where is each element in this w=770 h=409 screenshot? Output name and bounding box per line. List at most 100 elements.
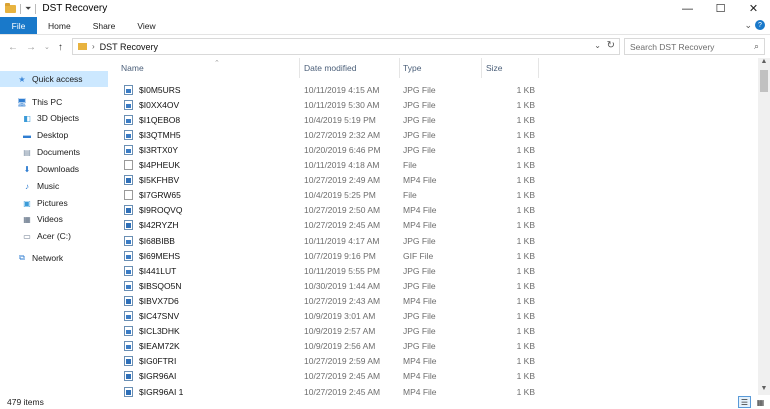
customize-toolbar-icon[interactable]: ⏷ xyxy=(25,4,31,14)
address-dropdown-icon[interactable]: ⌄ xyxy=(594,41,601,50)
file-name-cell[interactable]: $I0XX4OV xyxy=(124,99,179,110)
file-name-cell[interactable]: $I9ROQVQ xyxy=(124,205,182,216)
sidebar-item-desktop[interactable]: ▬ Desktop xyxy=(0,127,108,143)
column-divider[interactable] xyxy=(538,58,539,78)
tab-home[interactable]: Home xyxy=(37,17,82,34)
table-row[interactable]: $I68BIBB 10/11/2019 4:17 AM JPG File 1 KB xyxy=(112,233,732,248)
column-divider[interactable] xyxy=(481,58,482,78)
column-header-type[interactable]: Type xyxy=(403,58,481,78)
large-icons-view-icon[interactable]: ▦ xyxy=(754,396,767,408)
column-header-name[interactable]: Name ⌃ xyxy=(121,58,299,78)
address-bar[interactable]: › DST Recovery ⌄ ↻ xyxy=(72,38,620,55)
sidebar-item-downloads[interactable]: ⬇ Downloads xyxy=(0,161,108,177)
table-row[interactable]: $I4PHEUK 10/11/2019 4:18 AM File 1 KB xyxy=(112,158,732,173)
table-row[interactable]: $I9ROQVQ 10/27/2019 2:50 AM MP4 File 1 KB xyxy=(112,203,732,218)
table-row[interactable]: $I69MEHS 10/7/2019 9:16 PM GIF File 1 KB xyxy=(112,248,732,263)
search-icon[interactable]: ⌕ xyxy=(754,41,759,52)
forward-arrow-icon[interactable]: → xyxy=(26,42,36,53)
search-input[interactable]: Search DST Recovery ⌕ xyxy=(624,38,765,55)
column-divider[interactable] xyxy=(299,58,300,78)
minimize-button[interactable]: — xyxy=(671,0,704,17)
file-type: GIF File xyxy=(403,250,434,261)
table-row[interactable]: $I1QEBO8 10/4/2019 5:19 PM JPG File 1 KB xyxy=(112,112,732,127)
table-row[interactable]: $I0XX4OV 10/11/2019 5:30 AM JPG File 1 KB xyxy=(112,97,732,112)
file-name-cell[interactable]: $I1QEBO8 xyxy=(124,114,181,125)
file-name-cell[interactable]: $I69MEHS xyxy=(124,250,180,261)
file-name-cell[interactable]: $I441LUT xyxy=(124,265,176,276)
sidebar-item-acer-c[interactable]: ▭ Acer (C:) xyxy=(0,228,108,244)
table-row[interactable]: $I7GRW65 10/4/2019 5:25 PM File 1 KB xyxy=(112,188,732,203)
file-name-cell[interactable]: $I7GRW65 xyxy=(124,190,181,201)
column-header-date-modified[interactable]: Date modified xyxy=(304,58,399,78)
image-file-icon xyxy=(124,129,133,140)
scroll-up-icon[interactable]: ▲ xyxy=(758,58,770,68)
file-name: $I1QEBO8 xyxy=(139,114,181,125)
file-date: 10/4/2019 5:25 PM xyxy=(304,190,376,201)
file-name-cell[interactable]: $I4PHEUK xyxy=(124,160,180,170)
file-name-cell[interactable]: $IC47SNV xyxy=(124,311,179,321)
file-name-cell[interactable]: $ICL3DHK xyxy=(124,326,180,337)
sidebar-item-quick-access[interactable]: ★ Quick access xyxy=(0,71,108,87)
file-name-cell[interactable]: $I3QTMH5 xyxy=(124,129,181,140)
sidebar-item-documents[interactable]: ▤ Documents xyxy=(0,144,108,160)
file-name-cell[interactable]: $I5KFHBV xyxy=(124,175,179,186)
expand-ribbon-icon[interactable]: ⌄ xyxy=(744,20,752,31)
tab-share[interactable]: Share xyxy=(82,17,127,34)
file-name-cell[interactable]: $I0M5URS xyxy=(124,84,181,95)
help-icon[interactable]: ? xyxy=(755,20,765,30)
breadcrumb-path[interactable]: DST Recovery xyxy=(100,42,158,52)
up-arrow-icon[interactable]: ↑ xyxy=(58,42,63,53)
sidebar-item-pictures[interactable]: ▣ Pictures xyxy=(0,195,108,211)
maximize-button[interactable]: ☐ xyxy=(704,0,737,17)
file-name-cell[interactable]: $IGR96AI xyxy=(124,371,176,382)
file-name-cell[interactable]: $IG0FTRI xyxy=(124,356,177,367)
table-row[interactable]: $I5KFHBV 10/27/2019 2:49 AM MP4 File 1 KB xyxy=(112,173,732,188)
tab-view[interactable]: View xyxy=(126,17,166,34)
file-type: JPG File xyxy=(403,129,436,140)
sidebar-item-this-pc[interactable]: 🖥 This PC xyxy=(0,94,108,110)
scroll-thumb[interactable] xyxy=(760,70,768,92)
recent-locations-icon[interactable]: ⌄ xyxy=(44,43,50,51)
file-date: 10/20/2019 6:46 PM xyxy=(304,144,381,155)
tab-file[interactable]: File xyxy=(0,17,37,34)
table-row[interactable]: $IG0FTRI 10/27/2019 2:59 AM MP4 File 1 KB xyxy=(112,354,732,369)
column-divider[interactable] xyxy=(399,58,400,78)
file-name-cell[interactable]: $I42RYZH xyxy=(124,220,179,231)
close-button[interactable]: ✕ xyxy=(737,0,770,17)
sidebar-item-network[interactable]: ⧉ Network xyxy=(0,250,108,266)
details-view-icon[interactable]: ☰ xyxy=(738,396,751,408)
table-row[interactable]: $I441LUT 10/11/2019 5:55 PM JPG File 1 KB xyxy=(112,263,732,278)
back-arrow-icon[interactable]: ← xyxy=(8,42,18,53)
file-name-cell[interactable]: $IBSQO5N xyxy=(124,280,182,291)
table-row[interactable]: $I3QTMH5 10/27/2019 2:32 AM JPG File 1 KB xyxy=(112,127,732,142)
vertical-scrollbar[interactable]: ▲ ▼ xyxy=(758,58,770,395)
file-name-cell[interactable]: $I3RTX0Y xyxy=(124,144,179,155)
file-name: $IG0FTRI xyxy=(139,356,177,367)
table-row[interactable]: $I3RTX0Y 10/20/2019 6:46 PM JPG File 1 KB xyxy=(112,142,732,157)
table-row[interactable]: $I0M5URS 10/11/2019 4:15 AM JPG File 1 KB xyxy=(112,82,732,97)
file-name: $I42RYZH xyxy=(139,220,179,231)
breadcrumb-chevron-icon[interactable]: › xyxy=(92,42,95,51)
table-row[interactable]: $IBSQO5N 10/30/2019 1:44 AM JPG File 1 KB xyxy=(112,278,732,293)
table-row[interactable]: $ICL3DHK 10/9/2019 2:57 AM JPG File 1 KB xyxy=(112,324,732,339)
file-name-cell[interactable]: $I68BIBB xyxy=(124,235,175,246)
file-name: $I3RTX0Y xyxy=(139,144,179,155)
file-name: $I68BIBB xyxy=(139,235,175,246)
sidebar-item-music[interactable]: ♪ Music xyxy=(0,178,108,194)
refresh-icon[interactable]: ↻ xyxy=(607,40,615,51)
file-type: File xyxy=(403,190,417,201)
file-size: 1 KB xyxy=(516,235,535,246)
table-row[interactable]: $IEAM72K 10/9/2019 2:56 AM JPG File 1 KB xyxy=(112,339,732,354)
sidebar-item-3d-objects[interactable]: ◧ 3D Objects xyxy=(0,110,108,126)
file-name-cell[interactable]: $IBVX7D6 xyxy=(124,295,179,306)
sidebar-item-videos[interactable]: ▦ Videos xyxy=(0,211,108,227)
file-size: 1 KB xyxy=(516,311,535,321)
table-row[interactable]: $IC47SNV 10/9/2019 3:01 AM JPG File 1 KB xyxy=(112,309,732,324)
table-row[interactable]: $IBVX7D6 10/27/2019 2:43 AM MP4 File 1 KB xyxy=(112,293,732,308)
column-header-size[interactable]: Size xyxy=(486,58,538,78)
table-row[interactable]: $IGR96AI 10/27/2019 2:45 AM MP4 File 1 KB xyxy=(112,369,732,384)
table-row[interactable]: $I42RYZH 10/27/2019 2:45 AM MP4 File 1 KB xyxy=(112,218,732,233)
file-size: 1 KB xyxy=(516,205,535,216)
scroll-down-icon[interactable]: ▼ xyxy=(758,385,770,395)
file-name-cell[interactable]: $IEAM72K xyxy=(124,341,180,352)
